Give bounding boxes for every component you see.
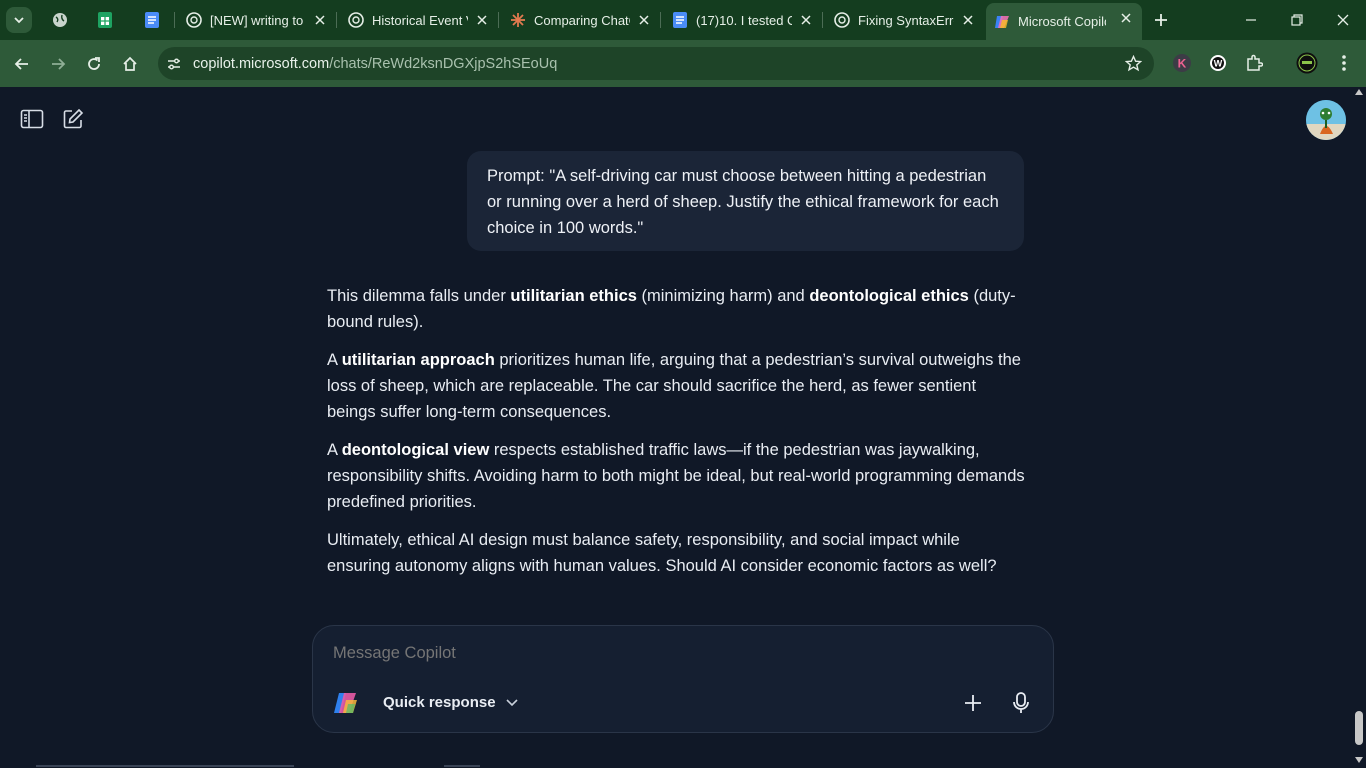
scroll-up-arrow-icon [1355, 89, 1363, 95]
divider [36, 765, 294, 767]
home-button[interactable] [116, 50, 144, 78]
tab-3[interactable]: Comparing ChatG [502, 5, 660, 35]
restore-button[interactable] [1274, 0, 1320, 40]
copilot-logo-icon [334, 693, 357, 713]
copilot-icon [994, 14, 1010, 30]
forward-button[interactable] [44, 50, 72, 78]
tab-title: Historical Event V [372, 12, 468, 28]
close-tab-icon[interactable] [798, 12, 814, 28]
divider [444, 765, 480, 767]
openai-icon [186, 12, 202, 28]
globe-icon [53, 13, 67, 27]
home-icon [123, 56, 137, 71]
microphone-icon [1013, 692, 1029, 713]
tab-title: Microsoft Copilot [1018, 14, 1106, 29]
chrome-menu-icon[interactable] [1333, 52, 1355, 74]
sidebar-toggle-button[interactable] [19, 107, 45, 131]
sheets-icon [98, 12, 112, 28]
site-info-icon[interactable] [166, 56, 182, 77]
message-composer: Quick response [312, 625, 1054, 733]
plus-icon [1155, 14, 1167, 26]
compose-icon [63, 108, 84, 129]
tab-5[interactable]: Fixing SyntaxErro [826, 5, 984, 35]
user-prompt-text: Prompt: "A self-driving car must choose … [487, 167, 999, 237]
pinned-tab-sheets[interactable] [90, 7, 120, 33]
tab-title: (17)10. I tested C [696, 12, 792, 28]
svg-text:W: W [1214, 59, 1223, 69]
reload-button[interactable] [80, 50, 108, 78]
tab-title: [NEW] writing to [210, 12, 304, 28]
bookmark-star-icon[interactable] [1124, 54, 1143, 77]
close-tab-icon[interactable] [312, 12, 328, 28]
pinned-tab-docs[interactable] [137, 7, 167, 33]
reload-icon [88, 57, 100, 70]
svg-text:K: K [1178, 57, 1187, 71]
reply-paragraph-4: Ultimately, ethical AI design must balan… [327, 531, 997, 575]
tab-title: Fixing SyntaxErro [858, 12, 954, 28]
user-message-bubble: Prompt: "A self-driving car must choose … [467, 151, 1024, 251]
url-text: copilot.microsoft.com/chats/ReWd2ksnDGXj… [193, 56, 557, 72]
tab-6-active[interactable]: Microsoft Copilot [986, 3, 1142, 40]
close-tab-icon[interactable] [960, 12, 976, 28]
scrollbar-thumb[interactable] [1355, 711, 1363, 745]
scroll-down-arrow-icon [1355, 757, 1363, 763]
voice-input-button[interactable] [1006, 688, 1036, 718]
extension-w-icon[interactable]: W [1207, 52, 1229, 74]
docs-icon [145, 12, 159, 28]
url-path: /chats/ReWd2ksnDGXjpS2hSEoUq [329, 56, 558, 72]
url-host: copilot.microsoft.com [193, 56, 330, 72]
openai-icon [834, 12, 850, 28]
reply-paragraph-2: A utilitarian approach prioritizes human… [327, 351, 1021, 421]
close-icon [1337, 14, 1349, 26]
copilot-page: Prompt: "A self-driving car must choose … [0, 87, 1352, 768]
arrow-left-icon [14, 58, 28, 70]
close-tab-icon[interactable] [1118, 10, 1134, 26]
profile-avatar-icon[interactable] [1296, 52, 1318, 74]
extension-k-icon[interactable]: K [1171, 52, 1193, 74]
arrow-right-icon [52, 58, 66, 70]
message-input[interactable] [333, 644, 893, 663]
tab-4[interactable]: (17)10. I tested C [664, 5, 822, 35]
browser-tab-strip: [NEW] writing to Historical Event V Comp… [0, 0, 1366, 40]
minimize-icon [1246, 19, 1256, 21]
sidebar-icon [20, 109, 44, 129]
new-chat-button[interactable] [60, 107, 86, 131]
close-window-button[interactable] [1320, 0, 1366, 40]
restore-icon [1291, 14, 1303, 26]
response-mode-selector[interactable]: Quick response [383, 694, 518, 711]
reply-paragraph-3: A deontological view respects establishe… [327, 441, 1025, 511]
pinned-tab-globe[interactable] [45, 7, 75, 33]
plus-icon [965, 695, 981, 711]
add-attachment-button[interactable] [958, 688, 988, 718]
tab-2[interactable]: Historical Event V [340, 5, 498, 35]
tab-title: Comparing ChatG [534, 12, 630, 28]
new-tab-button[interactable] [1150, 9, 1172, 31]
tab-search-button[interactable] [6, 7, 32, 33]
address-bar[interactable]: copilot.microsoft.com/chats/ReWd2ksnDGXj… [158, 47, 1154, 80]
chevron-down-icon [505, 698, 518, 707]
close-tab-icon[interactable] [636, 12, 652, 28]
page-scrollbar[interactable] [1352, 87, 1366, 768]
extensions-puzzle-icon[interactable] [1243, 52, 1265, 74]
minimize-button[interactable] [1228, 0, 1274, 40]
close-tab-icon[interactable] [474, 12, 490, 28]
assistant-reply: This dilemma falls under utilitarian eth… [327, 283, 1027, 591]
browser-toolbar: copilot.microsoft.com/chats/ReWd2ksnDGXj… [0, 40, 1366, 87]
back-button[interactable] [8, 50, 36, 78]
user-avatar[interactable] [1306, 100, 1346, 140]
response-mode-label: Quick response [383, 694, 496, 711]
reply-paragraph-1: This dilemma falls under utilitarian eth… [327, 287, 1016, 331]
docs-icon [672, 12, 688, 28]
tab-1[interactable]: [NEW] writing to [178, 5, 336, 35]
chevron-down-icon [14, 17, 24, 24]
openai-icon [348, 12, 364, 28]
claude-icon [510, 12, 526, 28]
